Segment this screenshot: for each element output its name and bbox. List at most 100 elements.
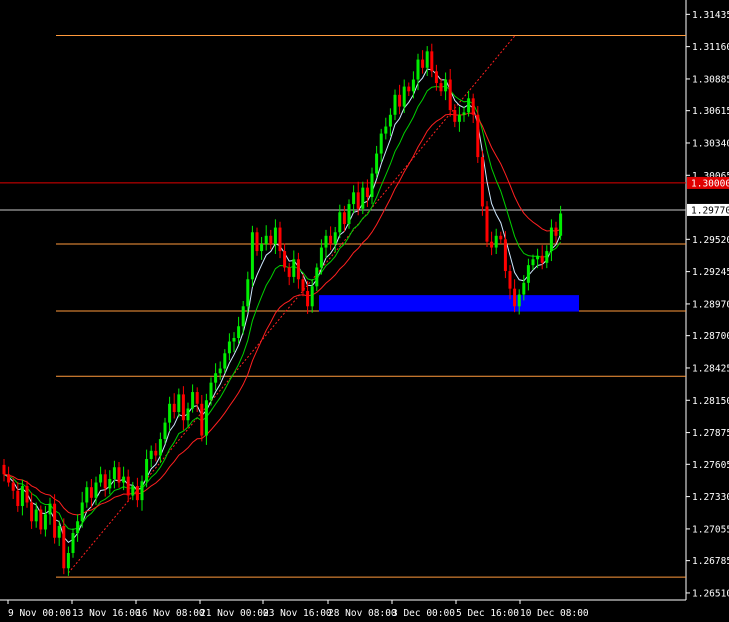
candle <box>30 492 34 529</box>
candle <box>384 117 388 140</box>
candle-body <box>494 235 498 248</box>
candle-body <box>112 467 116 479</box>
price-tick-label: 1.26785 <box>692 556 729 567</box>
candle-body <box>480 157 484 207</box>
price-tick-label: 1.31160 <box>692 42 729 53</box>
price-tick-label: 1.29520 <box>692 235 729 246</box>
candle <box>278 221 282 259</box>
candle <box>135 477 139 508</box>
candle <box>398 84 402 115</box>
candle-body <box>342 212 346 225</box>
candle <box>108 470 112 495</box>
candle <box>545 245 549 269</box>
candle <box>388 108 392 136</box>
candle-body <box>526 265 530 283</box>
candle <box>232 332 236 353</box>
candle <box>296 252 300 289</box>
price-tick-label: 1.30885 <box>692 74 729 85</box>
candle <box>411 71 415 99</box>
price-tick-label: 1.30340 <box>692 138 729 149</box>
candle-body <box>467 98 471 113</box>
candle <box>393 89 397 121</box>
candle-body <box>430 51 434 72</box>
candle-body <box>7 474 11 483</box>
candle-body <box>195 392 199 404</box>
candle-body <box>163 422 167 440</box>
candle <box>227 333 231 361</box>
candle-body <box>370 173 374 198</box>
candle-body <box>411 79 415 92</box>
candle-body <box>361 187 365 209</box>
candle-body <box>273 227 277 245</box>
price-tags: 1.30000 1.29770 <box>687 176 729 216</box>
candle-body <box>338 212 342 233</box>
candle-body <box>319 247 323 268</box>
candle <box>273 219 277 255</box>
candle <box>352 185 356 213</box>
candle-body <box>269 235 273 245</box>
candle <box>62 518 66 575</box>
candle-body <box>531 259 535 266</box>
candle <box>71 528 75 558</box>
candle <box>168 396 172 432</box>
candle-body <box>471 98 475 115</box>
candle <box>402 79 406 114</box>
candle-body <box>490 241 494 248</box>
candle-body <box>499 235 503 240</box>
candle <box>315 263 319 292</box>
candle-body <box>448 79 452 111</box>
candle <box>16 481 20 512</box>
candle-body <box>246 279 250 307</box>
candle <box>439 78 443 96</box>
candle-body <box>232 338 236 342</box>
ma-slow-line <box>3 112 561 516</box>
candle-body <box>43 514 47 530</box>
candle-body <box>145 459 149 482</box>
candle <box>549 219 553 262</box>
candle-body <box>191 392 195 409</box>
time-tick-label: 3 Dec 00:00 <box>392 608 455 619</box>
candle-body <box>315 267 319 287</box>
candle-body <box>416 59 420 80</box>
candle-body <box>384 126 388 134</box>
candle-body <box>108 478 112 489</box>
candle <box>191 384 195 413</box>
time-tick-label: 23 Nov 16:00 <box>263 608 332 619</box>
candle-body <box>214 373 218 383</box>
candle <box>117 461 121 488</box>
candle <box>255 227 259 256</box>
price-tick-label: 1.28970 <box>692 299 729 310</box>
time-tick-label: 9 Nov 00:00 <box>8 608 71 619</box>
candle <box>499 231 503 245</box>
candle <box>53 494 57 544</box>
candle-body <box>71 533 75 554</box>
candle-body <box>103 474 107 489</box>
candle <box>218 361 222 380</box>
candle-body <box>25 486 29 503</box>
candle-body <box>260 244 264 252</box>
candle-body <box>186 408 190 421</box>
candle-body <box>292 259 296 277</box>
candle <box>2 459 6 482</box>
price-tick-label: 1.28700 <box>692 331 729 342</box>
chart-window[interactable]: 1.31435 1.31160 1.30885 1.30615 1.30340 1.300… <box>0 0 729 622</box>
candle <box>223 349 227 374</box>
price-chart[interactable]: 1.31435 1.31160 1.30885 1.30615 1.30340 1.300… <box>0 0 729 622</box>
candle <box>540 245 544 270</box>
candle-body <box>250 232 254 280</box>
candle <box>370 167 374 205</box>
candle <box>531 254 535 270</box>
price-tick-label: 1.28150 <box>692 396 729 407</box>
candle <box>99 466 103 487</box>
candle <box>237 316 241 344</box>
candle <box>375 145 379 178</box>
candle-body <box>76 521 80 534</box>
candle-body <box>301 279 305 292</box>
candle <box>526 258 530 291</box>
candle <box>89 478 93 508</box>
candle <box>48 497 52 525</box>
candle <box>154 443 158 462</box>
candle-body <box>66 553 70 569</box>
candle-body <box>122 476 126 483</box>
candle <box>457 106 461 132</box>
